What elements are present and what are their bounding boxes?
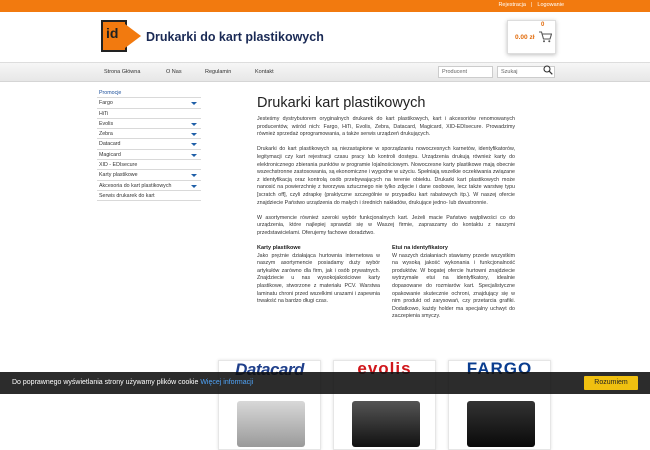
cart-widget[interactable]: 0 0.00 zł [507,20,556,54]
sidebar-item-datacard[interactable]: Datacard [97,139,201,150]
chevron-down-icon[interactable] [191,102,197,106]
sidebar-item-akcesoria[interactable]: Akcesoria do kart plastikowych [97,181,201,191]
sidebar-item-label: HiTi [99,110,109,117]
site-title[interactable]: Drukarki do kart plastikowych [146,30,324,44]
sidebar-item-label: Zebra [99,131,113,138]
sidebar-item-label: Akcesoria do kart plastikowych [99,182,172,189]
sidebar-item-fargo[interactable]: Fargo [97,98,201,109]
cart-count: 0 [541,22,545,28]
sidebar-item-hiti[interactable]: HiTi [97,109,201,119]
printer-image [467,401,535,447]
register-link[interactable]: Rejestracja [498,2,526,8]
chevron-down-icon[interactable] [191,153,197,157]
site-logo[interactable]: id [101,20,141,52]
printer-image [237,401,305,447]
site-header: id Drukarki do kart plastikowych 0 0.00 … [0,12,650,62]
link-separator: | [530,2,533,8]
cookie-banner: Do poprawnego wyświetlania strony używam… [0,372,650,394]
nav-contact[interactable]: Kontakt [255,69,274,75]
cookie-message: Do poprawnego wyświetlania strony używam… [12,379,253,386]
logo-box: id [101,20,127,52]
chevron-down-icon[interactable] [191,184,197,188]
cards-text: Jako prężnie działająca hurtownia intern… [257,252,380,305]
sidebar-item-promocje[interactable]: Promocje [97,88,201,99]
nav-terms[interactable]: Regulamin [205,69,231,75]
cart-amount: 0.00 zł [515,34,535,41]
logo-arrow-icon [125,24,141,48]
search-icon[interactable] [543,65,553,75]
holders-text: W naszych działaniach stawiamy przede ws… [392,252,515,320]
holders-heading: Etui na identyfikatory [392,245,448,252]
sidebar-item-magicard[interactable]: Magicard [97,150,201,161]
sidebar-item-evolis[interactable]: Evolis [97,119,201,130]
assortment-paragraph: W asortymencie również szeroki wybór fun… [257,214,515,236]
producer-select[interactable]: Producent [438,66,493,78]
logo-text: id [106,25,119,41]
account-links: Rejestracja | Logowanie [498,2,564,8]
chevron-down-icon[interactable] [191,133,197,137]
chevron-down-icon[interactable] [191,143,197,147]
intro-paragraph: Jesteśmy dystrybutorem oryginalnych druk… [257,116,515,138]
cards-column: Karty plastikowe Jako prężnie działająca… [257,245,380,321]
printers-paragraph: Drukarki do kart plastikowych są niezast… [257,146,515,206]
top-bar: Rejestracja | Logowanie [0,0,650,12]
sidebar-item-label: Datacard [99,141,121,148]
main-content: Drukarki kart plastikowych Jesteśmy dyst… [257,95,515,321]
chevron-down-icon[interactable] [191,122,197,126]
cards-heading: Karty plastikowe [257,245,301,252]
holders-column: Etui na identyfikatory W naszych działan… [392,245,515,321]
cookie-text: Do poprawnego wyświetlania strony używam… [12,379,199,386]
sidebar-item-karty[interactable]: Karty plastikowe [97,170,201,181]
nav-about[interactable]: O Nas [166,69,182,75]
sidebar-item-xid[interactable]: XID - EDIsecure [97,160,201,171]
cookie-more-info-link[interactable]: Więcej informacji [200,379,253,386]
sidebar-item-label: Promocje [99,90,122,96]
sidebar-item-label: Fargo [99,100,113,107]
sidebar-item-label: Evolis [99,120,114,127]
sidebar-item-zebra[interactable]: Zebra [97,129,201,140]
sidebar-item-serwis[interactable]: Serwis drukarek do kart [97,191,201,202]
sidebar-item-label: XID - EDIsecure [99,162,138,169]
sidebar-item-label: Magicard [99,151,121,158]
info-columns: Karty plastikowe Jako prężnie działająca… [257,245,515,321]
category-sidebar: Promocje Fargo HiTi Evolis Zebra Datacar… [97,88,201,202]
nav-home[interactable]: Strona Główna [104,69,140,75]
sidebar-item-label: Serwis drukarek do kart [99,192,155,199]
chevron-down-icon[interactable] [191,174,197,178]
cookie-accept-button[interactable]: Rozumiem [584,376,638,390]
printer-image [352,401,420,447]
page-title: Drukarki kart plastikowych [257,95,426,111]
login-link[interactable]: Logowanie [537,2,564,8]
cart-icon [539,31,552,43]
sidebar-item-label: Karty plastikowe [99,172,138,179]
